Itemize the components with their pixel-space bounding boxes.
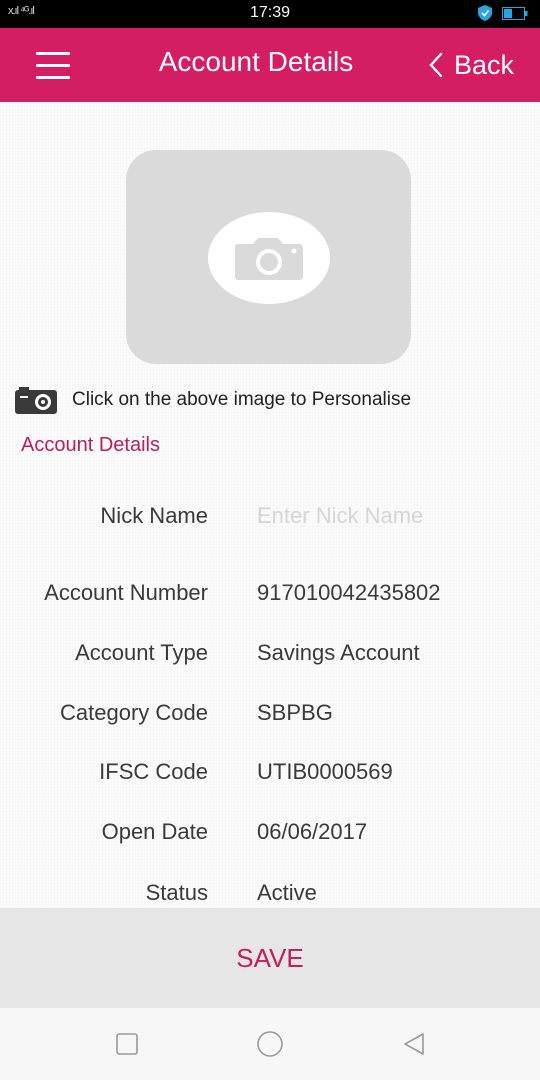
camera-icon xyxy=(15,387,57,414)
nick-name-row: Nick Name xyxy=(0,503,540,535)
chevron-left-icon xyxy=(429,52,443,78)
nick-name-label: Nick Name xyxy=(100,503,208,528)
save-button[interactable]: SAVE xyxy=(0,908,540,1008)
category-code-value: SBPBG xyxy=(257,700,333,725)
back-button[interactable]: Back xyxy=(428,48,514,82)
ifsc-code-value: UTIB0000569 xyxy=(257,759,393,784)
shield-icon xyxy=(478,5,492,21)
status-time: 17:39 xyxy=(249,4,291,21)
account-type-row: Account Type Savings Account xyxy=(0,640,540,672)
nick-name-input[interactable] xyxy=(257,503,497,529)
back-label: Back xyxy=(454,49,515,80)
open-date-label: Open Date xyxy=(101,819,208,844)
account-photo-picker[interactable] xyxy=(126,150,411,364)
account-number-row: Account Number 917010042435802 xyxy=(0,580,540,612)
account-details-content: Click on the above image to Personalise … xyxy=(0,102,540,908)
personalise-text: Click on the above image to Personalise xyxy=(72,389,412,410)
triangle-back-icon[interactable] xyxy=(402,1032,426,1056)
open-date-row: Open Date 06/06/2017 xyxy=(0,819,540,851)
battery-icon xyxy=(502,7,528,20)
personalise-hint: Click on the above image to Personalise xyxy=(15,385,411,415)
app-bar: Account Details Back xyxy=(0,28,540,102)
category-code-label: Category Code xyxy=(60,700,208,725)
system-nav-bar xyxy=(0,1008,540,1080)
photo-circle xyxy=(208,212,330,304)
save-bar: SAVE xyxy=(0,908,540,1008)
ifsc-code-row: IFSC Code UTIB0000569 xyxy=(0,759,540,791)
ifsc-code-label: IFSC Code xyxy=(99,759,208,784)
status-row: Status Active xyxy=(0,880,540,908)
status-value: Active xyxy=(257,880,317,905)
account-type-label: Account Type xyxy=(75,640,208,665)
account-number-label: Account Number xyxy=(44,580,208,605)
camera-icon xyxy=(235,238,303,280)
circle-icon[interactable] xyxy=(256,1030,284,1058)
status-bar: x.ıl ⁴ᴳ.ıl 17:39 xyxy=(0,0,540,28)
status-label: Status xyxy=(145,880,208,905)
section-title: Account Details xyxy=(21,434,160,456)
open-date-value: 06/06/2017 xyxy=(257,819,368,844)
account-number-value: 917010042435802 xyxy=(257,580,441,605)
square-icon[interactable] xyxy=(115,1032,139,1056)
account-type-value: Savings Account xyxy=(257,640,420,665)
category-code-row: Category Code SBPBG xyxy=(0,700,540,732)
